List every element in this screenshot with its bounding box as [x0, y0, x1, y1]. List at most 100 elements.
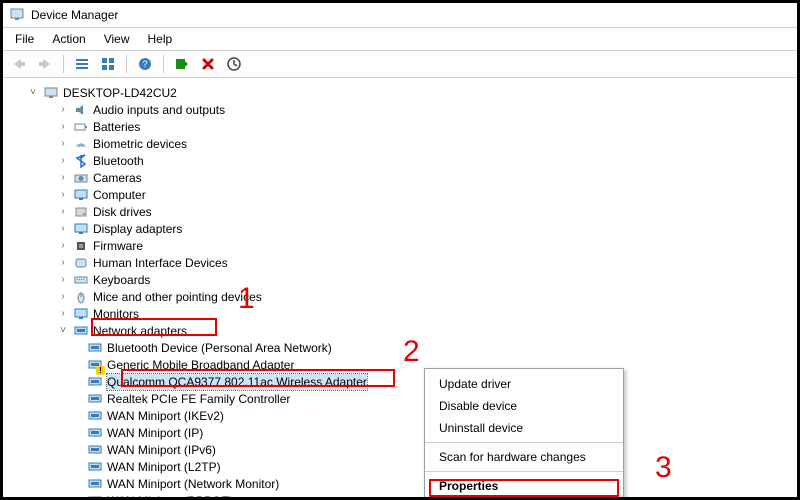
expand-icon[interactable]: › [57, 155, 69, 167]
context-menu-update-driver[interactable]: Update driver [425, 373, 623, 395]
disk-icon [73, 204, 89, 220]
context-menu-disable-device[interactable]: Disable device [425, 395, 623, 417]
tree-category-label: Bluetooth [93, 153, 144, 169]
tree-device-label: WAN Miniport (PPPOE) [107, 493, 233, 500]
expand-icon[interactable]: › [57, 121, 69, 133]
tree-root[interactable]: ˅ DESKTOP-LD42CU2 [9, 84, 793, 101]
expand-icon[interactable]: ˅ [27, 87, 39, 99]
tree-category-label: Audio inputs and outputs [93, 102, 225, 118]
expand-icon[interactable]: › [57, 240, 69, 252]
expand-icon[interactable]: › [57, 172, 69, 184]
tree-device[interactable]: WAN Miniport (IPv6) [9, 441, 793, 458]
back-button[interactable] [9, 54, 29, 74]
network-adapter-icon [87, 425, 103, 441]
expand-icon[interactable]: › [57, 104, 69, 116]
svg-text:?: ? [142, 59, 147, 69]
expand-icon[interactable]: ˅ [57, 325, 69, 337]
tree-category-label: Display adapters [93, 221, 182, 237]
uninstall-icon[interactable] [198, 54, 218, 74]
menu-bar: File Action View Help [3, 28, 797, 51]
tree-device-label: WAN Miniport (IP) [107, 425, 203, 441]
tree-category-label: Batteries [93, 119, 140, 135]
toolbar-separator [63, 55, 64, 73]
hid-icon [73, 255, 89, 271]
network-adapter-icon [87, 408, 103, 424]
devices-by-type-icon[interactable] [98, 54, 118, 74]
window-title: Device Manager [31, 8, 118, 22]
tree-category-label: Computer [93, 187, 146, 203]
help-icon[interactable]: ? [135, 54, 155, 74]
tree-category[interactable]: ›Disk drives [9, 203, 793, 220]
computer-icon [43, 85, 59, 101]
fingerprint-icon [73, 136, 89, 152]
toolbar-separator [163, 55, 164, 73]
menu-view[interactable]: View [96, 30, 138, 48]
device-tree[interactable]: ˅ DESKTOP-LD42CU2 › Audio inputs and outp… [3, 78, 797, 500]
tree-device[interactable]: WAN Miniport (IP) [9, 424, 793, 441]
forward-button[interactable] [35, 54, 55, 74]
details-icon[interactable] [72, 54, 92, 74]
network-adapter-icon [87, 442, 103, 458]
tree-category[interactable]: › Biometric devices [9, 135, 793, 152]
network-adapter-icon [87, 493, 103, 500]
context-menu-uninstall-device[interactable]: Uninstall device [425, 417, 623, 439]
tree-device[interactable]: WAN Miniport (Network Monitor) [9, 475, 793, 492]
tree-device[interactable]: Realtek PCIe FE Family Controller [9, 390, 793, 407]
tree-category[interactable]: ›Firmware [9, 237, 793, 254]
tree-device[interactable]: Generic Mobile Broadband Adapter [9, 356, 793, 373]
tree-category[interactable]: › Computer [9, 186, 793, 203]
context-menu-properties[interactable]: Properties [425, 475, 623, 497]
keyboard-icon [73, 272, 89, 288]
tree-device-label: WAN Miniport (Network Monitor) [107, 476, 279, 492]
network-adapter-icon [87, 459, 103, 475]
tree-category[interactable]: › Audio inputs and outputs [9, 101, 793, 118]
tree-category[interactable]: › Mice and other pointing devices [9, 288, 793, 305]
toolbar-separator [126, 55, 127, 73]
network-adapter-icon [87, 374, 103, 390]
expand-icon[interactable]: › [57, 138, 69, 150]
context-menu-separator [425, 471, 623, 472]
tree-device-label: Generic Mobile Broadband Adapter [107, 357, 294, 373]
tree-device-label: WAN Miniport (IPv6) [107, 442, 216, 458]
tree-category[interactable]: › Bluetooth [9, 152, 793, 169]
battery-icon [73, 119, 89, 135]
tree-category[interactable]: › Display adapters [9, 220, 793, 237]
monitor-icon [73, 221, 89, 237]
update-driver-icon[interactable] [224, 54, 244, 74]
tree-category[interactable]: › Monitors [9, 305, 793, 322]
tree-category[interactable]: ›Human Interface Devices [9, 254, 793, 271]
tree-category[interactable]: › Cameras [9, 169, 793, 186]
tree-category-label: Mice and other pointing devices [93, 289, 262, 305]
tree-device[interactable]: WAN Miniport (PPPOE) [9, 492, 793, 500]
context-menu-separator [425, 442, 623, 443]
monitor-icon [73, 306, 89, 322]
expand-icon[interactable]: › [57, 206, 69, 218]
expand-icon[interactable]: › [57, 308, 69, 320]
tree-device[interactable]: Bluetooth Device (Personal Area Network) [9, 339, 793, 356]
network-adapter-icon [87, 340, 103, 356]
menu-help[interactable]: Help [140, 30, 181, 48]
context-menu-scan-hardware[interactable]: Scan for hardware changes [425, 446, 623, 468]
expand-icon[interactable]: › [57, 223, 69, 235]
tree-device[interactable]: WAN Miniport (IKEv2) [9, 407, 793, 424]
bluetooth-icon [73, 153, 89, 169]
menu-action[interactable]: Action [44, 30, 93, 48]
menu-file[interactable]: File [7, 30, 42, 48]
tree-category[interactable]: › Keyboards [9, 271, 793, 288]
tree-device[interactable]: WAN Miniport (L2TP) [9, 458, 793, 475]
tree-category[interactable]: › Batteries [9, 118, 793, 135]
expand-icon[interactable]: › [57, 274, 69, 286]
tree-device-label: Bluetooth Device (Personal Area Network) [107, 340, 332, 356]
scan-icon[interactable] [172, 54, 192, 74]
tree-device-label: Qualcomm QCA9377 802.11ac Wireless Adapt… [107, 374, 367, 390]
tree-category-network-adapters[interactable]: ˅ Network adapters [9, 322, 793, 339]
tree-category-label: Cameras [93, 170, 142, 186]
tree-device[interactable]: Qualcomm QCA9377 802.11ac Wireless Adapt… [9, 373, 793, 390]
tree-category-label: Biometric devices [93, 136, 187, 152]
expand-icon[interactable]: › [57, 291, 69, 303]
network-adapter-icon [87, 357, 103, 373]
tree-category-label: Monitors [93, 306, 139, 322]
expand-icon[interactable]: › [57, 257, 69, 269]
expand-icon[interactable]: › [57, 189, 69, 201]
tree-category-label: Keyboards [93, 272, 150, 288]
